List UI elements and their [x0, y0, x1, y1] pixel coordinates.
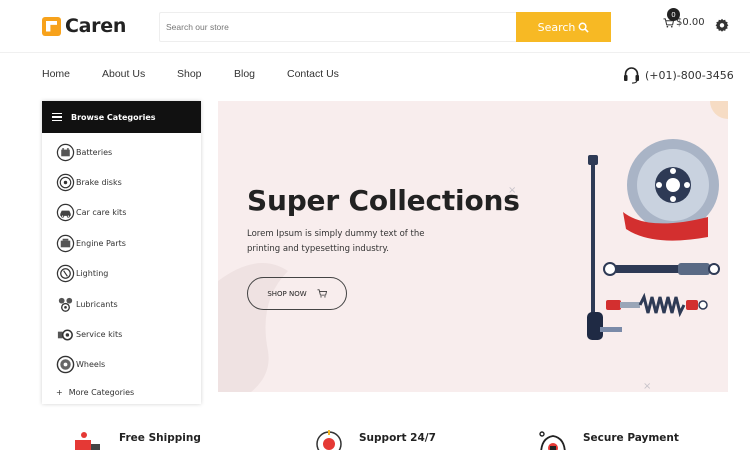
- search-bar: Search: [159, 12, 611, 42]
- wheel-icon: [56, 356, 75, 374]
- logo-mark-icon: [42, 16, 61, 36]
- main-nav: Home About Us Shop Blog Contact Us: [42, 68, 339, 80]
- header: Caren Search 0 $0.00: [0, 0, 750, 52]
- category-brake-disks[interactable]: Brake disks: [42, 167, 201, 197]
- category-batteries[interactable]: Batteries: [42, 137, 201, 167]
- category-sidebar: Browse Categories Batteries Brake disks: [42, 101, 201, 404]
- feature-secure-payment: Secure Payment: [537, 428, 679, 450]
- feature-free-shipping: Free Shipping: [73, 428, 201, 450]
- more-categories-label: More Categories: [68, 387, 135, 397]
- nav-blog[interactable]: Blog: [234, 68, 287, 80]
- more-categories-link[interactable]: + More Categories: [42, 380, 201, 404]
- gear-icon[interactable]: [715, 18, 729, 32]
- hamburger-icon: [52, 113, 62, 121]
- category-service-kits[interactable]: Service kits: [42, 319, 201, 349]
- category-label: Wheels: [76, 360, 106, 370]
- search-button-label: Search: [537, 20, 576, 34]
- browse-categories-header[interactable]: Browse Categories: [42, 101, 201, 133]
- category-label: Batteries: [76, 147, 113, 157]
- cart-button[interactable]: 0 $0.00: [663, 8, 705, 28]
- category-label: Lighting: [76, 269, 109, 279]
- category-lubricants[interactable]: Lubricants: [42, 289, 201, 319]
- nav-home[interactable]: Home: [42, 68, 102, 80]
- category-car-care-kits[interactable]: Car care kits: [42, 198, 201, 228]
- support-icon: [316, 430, 342, 450]
- category-label: Lubricants: [76, 299, 118, 309]
- category-engine-parts[interactable]: Engine Parts: [42, 228, 201, 258]
- nav-shop[interactable]: Shop: [177, 68, 234, 80]
- secure-payment-icon: [539, 431, 566, 450]
- category-list: Batteries Brake disks Car care kits Engi…: [42, 133, 201, 380]
- sparkle-decoration: ×: [643, 381, 652, 392]
- nav-contact-us[interactable]: Contact Us: [287, 68, 339, 80]
- shop-now-button[interactable]: SHOP NOW: [247, 277, 347, 310]
- search-button[interactable]: Search: [516, 12, 611, 42]
- category-label: Brake disks: [76, 178, 122, 188]
- car-care-icon: [56, 204, 75, 222]
- logo[interactable]: Caren: [42, 15, 126, 37]
- engine-icon: [56, 234, 75, 253]
- lubricant-icon: [58, 297, 73, 312]
- category-label: Service kits: [76, 330, 123, 340]
- plus-icon: +: [56, 387, 63, 397]
- car-parts-image: [587, 139, 720, 340]
- battery-icon: [56, 143, 75, 161]
- hero-title: Super Collections: [247, 184, 520, 217]
- hero-description: Lorem Ipsum is simply dummy text of the …: [247, 229, 425, 254]
- brake-disk-icon: [56, 173, 75, 192]
- category-label: Engine Parts: [76, 238, 126, 248]
- category-wheels[interactable]: Wheels: [42, 350, 201, 380]
- cart-icon: [317, 289, 327, 298]
- cart-count-badge: 0: [667, 8, 680, 21]
- nav-about-us[interactable]: About Us: [102, 68, 177, 80]
- header-divider: [0, 52, 750, 53]
- cart-total: $0.00: [676, 17, 705, 28]
- feature-title: Secure Payment: [583, 432, 679, 444]
- category-label: Car care kits: [76, 208, 127, 218]
- feature-title: Support 24/7: [359, 432, 436, 444]
- shop-now-label: SHOP NOW: [267, 289, 307, 298]
- lighting-icon: [56, 265, 75, 283]
- headset-icon: [624, 67, 639, 84]
- hero-swirl-decoration: [218, 263, 288, 392]
- browse-categories-title: Browse Categories: [71, 112, 156, 122]
- hero-banner: × × Super Collections Lorem Ipsum is sim…: [218, 101, 728, 392]
- service-kit-icon: [57, 329, 73, 341]
- logo-text: Caren: [65, 15, 127, 37]
- category-lighting[interactable]: Lighting: [42, 259, 201, 289]
- search-input[interactable]: [160, 13, 516, 41]
- corner-decoration: [710, 101, 728, 119]
- search-icon: [578, 22, 590, 33]
- truck-icon: [75, 432, 100, 450]
- feature-title: Free Shipping: [119, 432, 201, 444]
- phone-contact[interactable]: (+01)-800-3456: [623, 66, 734, 84]
- feature-support: Support 24/7: [313, 428, 436, 450]
- phone-number: (+01)-800-3456: [645, 68, 734, 82]
